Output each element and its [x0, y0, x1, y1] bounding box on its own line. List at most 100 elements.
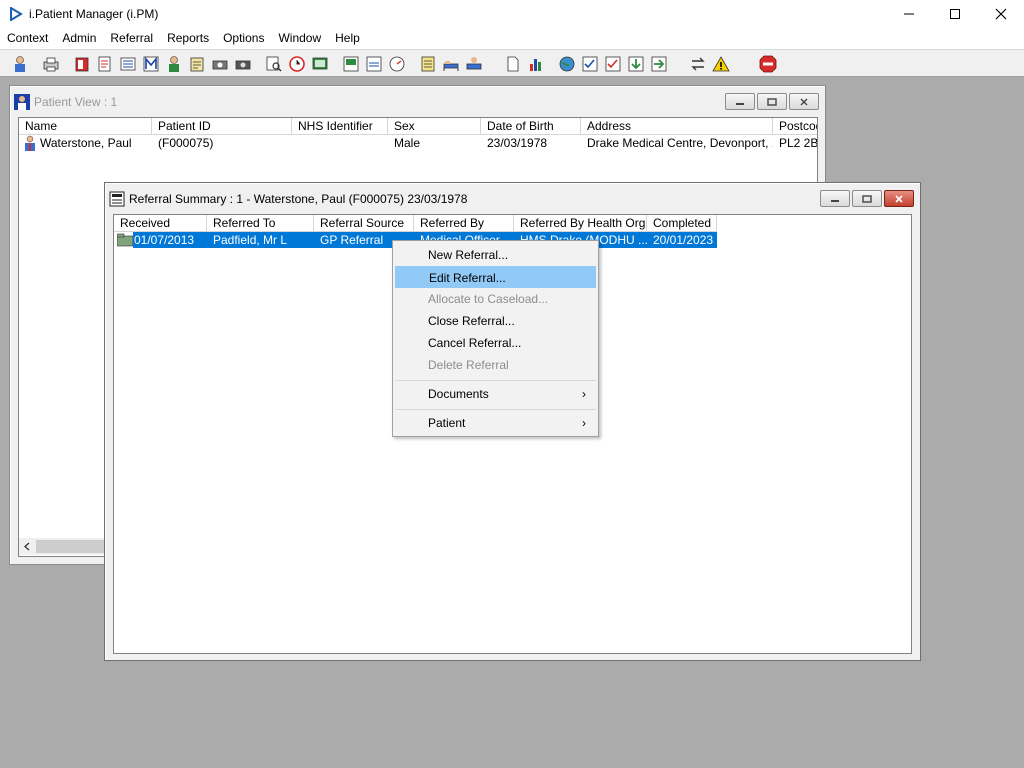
column-header-referred-by-health-org[interactable]: Referred By Health Org.: [514, 215, 647, 232]
referral-summary-close-button[interactable]: [884, 190, 914, 207]
column-header-completed[interactable]: Completed: [647, 215, 717, 232]
menu-referral[interactable]: Referral: [103, 28, 160, 49]
minimize-icon: [831, 199, 839, 202]
list-icon: [120, 57, 135, 70]
toolbar-notes-button[interactable]: [94, 53, 115, 74]
patient-view-title: Patient View : 1: [34, 95, 118, 109]
menu-item-documents-label: Documents: [428, 387, 489, 401]
column-header-nhs-identifier[interactable]: NHS Identifier: [292, 118, 388, 135]
column-header-date-of-birth[interactable]: Date of Birth: [481, 118, 581, 135]
close-icon: [800, 98, 808, 105]
toolbar-book-button[interactable]: [71, 53, 92, 74]
toolbar-chart-button[interactable]: [363, 53, 384, 74]
menu-item-patient[interactable]: Patient ›: [395, 412, 596, 434]
column-header-referral-source[interactable]: Referral Source: [314, 215, 414, 232]
printer-icon: [43, 57, 58, 71]
toolbar-screen-button[interactable]: [309, 53, 330, 74]
toolbar-m-button[interactable]: [140, 53, 161, 74]
minimize-button[interactable]: [886, 0, 932, 28]
menu-item-close-referral[interactable]: Close Referral...: [395, 310, 596, 332]
patient-icon: [14, 55, 25, 72]
menu-item-documents[interactable]: Documents ›: [395, 383, 596, 405]
menu-item-edit-referral[interactable]: Edit Referral...: [395, 266, 596, 288]
toolbar-patient-button[interactable]: [9, 53, 30, 74]
window-controls: [886, 0, 1024, 28]
camera2-icon: [235, 60, 250, 69]
scrollbar-thumb[interactable]: [36, 540, 106, 553]
referral-summary-controls: [820, 190, 914, 207]
column-header-referred-to[interactable]: Referred To: [207, 215, 314, 232]
toolbar-print-button[interactable]: [40, 53, 61, 74]
toolbar-exit-button[interactable]: [757, 53, 778, 74]
toolbar-gauge-button[interactable]: [386, 53, 407, 74]
toolbar-ward-button[interactable]: [463, 53, 484, 74]
context-menu: New Referral... Edit Referral... Allocat…: [392, 240, 599, 437]
menu-help[interactable]: Help: [328, 28, 367, 49]
menu-item-cancel-referral[interactable]: Cancel Referral...: [395, 332, 596, 354]
minimize-icon: [736, 102, 744, 105]
menu-admin[interactable]: Admin: [55, 28, 103, 49]
toolbar-arrow-right-button[interactable]: [648, 53, 669, 74]
toolbar-bar-chart-button[interactable]: [525, 53, 546, 74]
clock-icon: [288, 55, 305, 72]
column-header-address[interactable]: Address: [581, 118, 773, 135]
toolbar-clipboard-button[interactable]: [186, 53, 207, 74]
toolbar-doctor-button[interactable]: [163, 53, 184, 74]
restore-icon: [862, 194, 872, 203]
toolbar-check-down-button[interactable]: [602, 53, 623, 74]
menu-item-new-referral[interactable]: New Referral...: [395, 244, 596, 266]
patient-view-restore-button[interactable]: [757, 93, 787, 110]
referral-summary-restore-button[interactable]: [852, 190, 882, 207]
toolbar-camera-button[interactable]: [209, 53, 230, 74]
app-title-bar: i.Patient Manager (i.PM): [0, 0, 1024, 28]
cell-received: 01/07/2013: [134, 233, 195, 247]
cell-referred-to: Padfield, Mr L: [213, 233, 288, 247]
toolbar-search-doc-button[interactable]: [263, 53, 284, 74]
chevron-right-icon: ›: [582, 416, 586, 430]
document-icon: [507, 56, 518, 71]
toolbar-report-button[interactable]: [340, 53, 361, 74]
patient-icon: [14, 94, 30, 110]
toolbar-document-button[interactable]: [502, 53, 523, 74]
app-title: i.Patient Manager (i.PM): [29, 7, 159, 21]
toolbar-notepad-button[interactable]: [417, 53, 438, 74]
toolbar-clock-button[interactable]: [286, 53, 307, 74]
toolbar-camera2-button[interactable]: [232, 53, 253, 74]
referral-summary-minimize-button[interactable]: [820, 190, 850, 207]
menu-separator: [395, 380, 596, 381]
patient-view-titlebar: Patient View : 1: [14, 90, 821, 114]
column-header-referred-by[interactable]: Referred By: [414, 215, 514, 232]
column-header-postcode[interactable]: Postcode: [773, 118, 817, 135]
cell-sex: Male: [394, 136, 421, 150]
toolbar-warning-button[interactable]: [710, 53, 731, 74]
close-icon: [895, 194, 903, 203]
patient-view-minimize-button[interactable]: [725, 93, 755, 110]
patient-view-controls: [725, 93, 819, 110]
bed-icon: [443, 60, 458, 71]
toolbar-checklist-button[interactable]: [579, 53, 600, 74]
gauge-icon: [389, 56, 404, 71]
column-header-patient-id[interactable]: Patient ID: [152, 118, 292, 135]
toolbar-globe-button[interactable]: [556, 53, 577, 74]
toolbar-list-button[interactable]: [117, 53, 138, 74]
patient-view-close-button[interactable]: [789, 93, 819, 110]
menu-window[interactable]: Window: [271, 28, 328, 49]
toolbar-bed-button[interactable]: [440, 53, 461, 74]
swap-icon: [690, 57, 705, 70]
ward-icon: [466, 56, 481, 69]
maximize-button[interactable]: [932, 0, 978, 28]
column-header-name[interactable]: Name: [19, 118, 152, 135]
app-logo-icon: [10, 7, 23, 21]
close-icon: [995, 8, 1007, 20]
column-header-received[interactable]: Received: [114, 215, 207, 232]
menu-item-allocate-to-caseload: Allocate to Caseload...: [428, 292, 549, 306]
menu-reports[interactable]: Reports: [160, 28, 216, 49]
close-button[interactable]: [978, 0, 1024, 28]
menu-context[interactable]: Context: [0, 28, 55, 49]
menu-options[interactable]: Options: [216, 28, 271, 49]
column-header-sex[interactable]: Sex: [388, 118, 481, 135]
book-red-icon: [75, 57, 88, 71]
table-row[interactable]: Waterstone, Paul (F000075) Male 23/03/19…: [19, 135, 817, 152]
toolbar-arrow-down-button[interactable]: [625, 53, 646, 74]
toolbar-swap-button[interactable]: [687, 53, 708, 74]
